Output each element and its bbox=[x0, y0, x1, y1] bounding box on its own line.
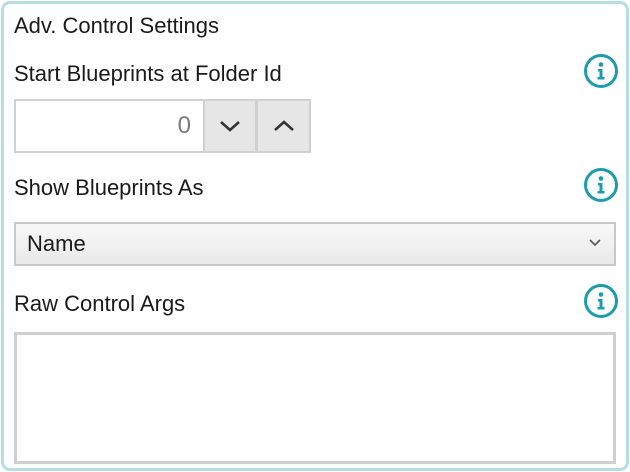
info-glyph bbox=[597, 292, 605, 310]
show-as-label: Show Blueprints As bbox=[14, 175, 204, 200]
increment-button[interactable] bbox=[257, 99, 311, 153]
decrement-button[interactable] bbox=[203, 99, 257, 153]
folder-id-input[interactable]: 0 bbox=[14, 99, 203, 153]
info-icon[interactable] bbox=[584, 168, 618, 202]
chevron-down-icon bbox=[589, 239, 601, 247]
show-as-selected-value: Name bbox=[27, 231, 86, 256]
info-glyph bbox=[597, 176, 605, 194]
panel-title: Adv. Control Settings bbox=[14, 13, 220, 38]
advanced-control-settings-panel: Adv. Control Settings Start Blueprints a… bbox=[1, 1, 629, 471]
info-icon[interactable] bbox=[584, 54, 618, 88]
chevron-up-icon bbox=[273, 120, 294, 131]
folder-id-stepper: 0 bbox=[14, 99, 312, 153]
chevron-down-icon bbox=[220, 121, 240, 132]
show-as-select[interactable]: Name bbox=[14, 222, 616, 266]
start-folder-label: Start Blueprints at Folder Id bbox=[14, 61, 282, 86]
raw-args-label: Raw Control Args bbox=[14, 291, 186, 316]
info-icon[interactable] bbox=[584, 284, 618, 318]
info-glyph bbox=[597, 62, 605, 80]
raw-args-textarea[interactable] bbox=[14, 332, 616, 464]
